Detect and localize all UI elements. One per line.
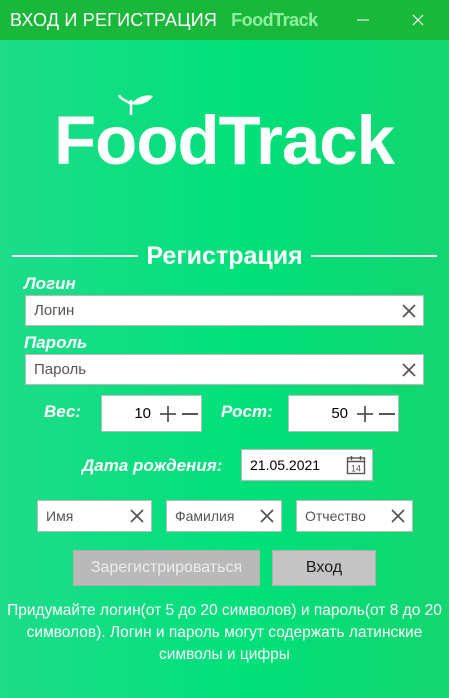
registration-hint: Придумайте логин(от 5 до 20 символов) и … — [7, 602, 442, 663]
window-title: ВХОД И РЕГИСТРАЦИЯ — [10, 9, 218, 30]
patronymic-field — [296, 500, 413, 532]
height-label: Рост: — [221, 402, 273, 421]
minimize-icon — [357, 19, 369, 21]
divider-right — [310, 255, 438, 257]
weight-label: Вес: — [44, 402, 82, 421]
password-label: Пароль — [24, 333, 88, 352]
registration-heading: Регистрация — [12, 238, 438, 274]
clear-icon — [260, 509, 274, 523]
birth-date-label: Дата рождения: — [82, 456, 223, 475]
height-decrement-button[interactable] — [376, 396, 398, 431]
plus-icon — [160, 405, 176, 422]
clear-icon — [130, 509, 144, 523]
weight-decrement-button[interactable] — [179, 396, 201, 431]
weight-increment-button[interactable] — [157, 396, 179, 431]
login-label: Логин — [24, 274, 76, 293]
weight-value[interactable]: 10 — [102, 405, 157, 422]
weight-stepper[interactable]: 10 — [101, 395, 202, 432]
login-button[interactable]: Вход — [272, 550, 376, 586]
last-name-field — [166, 500, 282, 532]
plus-icon — [357, 405, 373, 422]
minus-icon — [379, 412, 395, 415]
password-input[interactable] — [26, 355, 395, 384]
height-value[interactable]: 50 — [289, 405, 354, 422]
patronymic-clear-button[interactable] — [384, 501, 412, 531]
registration-title: Регистрация — [146, 241, 303, 270]
close-button[interactable] — [395, 0, 441, 40]
login-input[interactable] — [26, 296, 395, 325]
clear-icon — [391, 509, 405, 523]
password-clear-button[interactable] — [395, 355, 423, 384]
calendar-button[interactable]: 14 — [340, 450, 372, 480]
height-increment-button[interactable] — [354, 396, 376, 431]
birth-date-picker[interactable]: 21.05.2021 14 — [241, 449, 373, 481]
clear-icon — [402, 303, 416, 318]
minus-icon — [182, 412, 198, 415]
first-name-field — [37, 500, 152, 532]
close-icon — [412, 14, 424, 26]
first-name-clear-button[interactable] — [123, 501, 151, 531]
divider-left — [12, 255, 139, 257]
login-field — [25, 295, 424, 326]
calendar-day-text: 14 — [351, 464, 361, 474]
first-name-input[interactable] — [38, 501, 123, 531]
patronymic-input[interactable] — [297, 501, 384, 531]
title-bar: ВХОД И РЕГИСТРАЦИЯ FoodTrack — [0, 0, 449, 40]
calendar-icon: 14 — [346, 456, 366, 475]
last-name-input[interactable] — [167, 501, 253, 531]
password-field — [25, 354, 424, 385]
last-name-clear-button[interactable] — [253, 501, 281, 531]
minimize-button[interactable] — [340, 0, 386, 40]
app-logo: FoodTrack — [0, 90, 449, 180]
login-clear-button[interactable] — [395, 296, 423, 325]
clear-icon — [402, 362, 416, 377]
height-stepper[interactable]: 50 — [288, 395, 399, 432]
birth-date-value[interactable]: 21.05.2021 — [242, 457, 340, 473]
logo-text: FoodTrack — [54, 102, 396, 179]
register-button[interactable]: Зарегистрироваться — [73, 550, 260, 586]
title-brand: FoodTrack — [231, 9, 318, 30]
